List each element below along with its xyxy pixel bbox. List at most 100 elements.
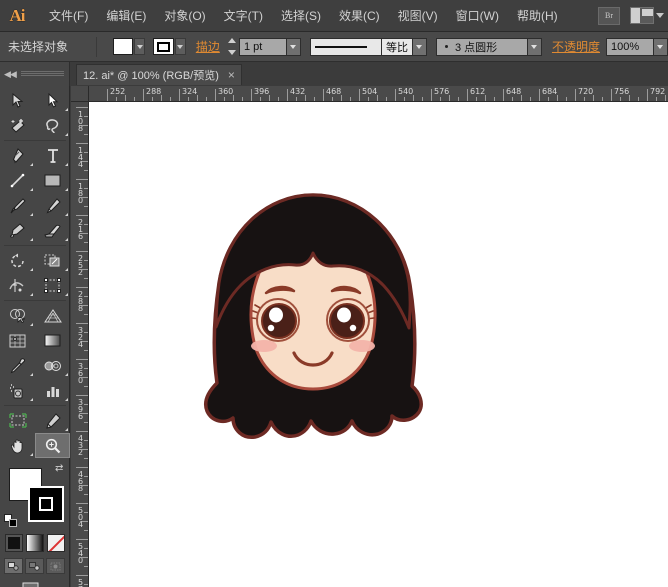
tool-more-icon[interactable]: [30, 188, 33, 191]
stroke-panel-link[interactable]: 描边: [196, 38, 220, 55]
symbol-sprayer-tool[interactable]: [0, 378, 35, 403]
tool-more-icon[interactable]: [30, 238, 33, 241]
toolbox-collapse-button[interactable]: ◀◀: [0, 62, 70, 86]
stroke-dropdown-icon[interactable]: [175, 38, 186, 55]
color-mode-solid[interactable]: [5, 534, 23, 552]
chevron-down-icon[interactable]: [656, 13, 664, 18]
rotate-tool[interactable]: [0, 248, 35, 273]
zoom-tool[interactable]: [35, 433, 70, 458]
tool-more-icon[interactable]: [65, 293, 68, 296]
opacity-combo[interactable]: 100%: [606, 38, 668, 56]
mesh-tool[interactable]: [0, 328, 35, 353]
blob-brush-tool[interactable]: [0, 218, 35, 243]
tool-more-icon[interactable]: [30, 163, 33, 166]
opacity-value[interactable]: 100%: [606, 38, 654, 56]
slice-tool[interactable]: [35, 408, 70, 433]
ruler-corner[interactable]: [71, 86, 89, 102]
stroke-weight-dropdown-icon[interactable]: [287, 38, 301, 56]
tool-more-icon[interactable]: [30, 373, 33, 376]
menu-select[interactable]: 选择(S): [272, 4, 330, 27]
opacity-dropdown-icon[interactable]: [654, 38, 668, 56]
eyedropper-tool[interactable]: [0, 353, 35, 378]
free-transform-tool[interactable]: [35, 273, 70, 298]
direct-selection-tool[interactable]: [35, 88, 70, 113]
opacity-panel-link[interactable]: 不透明度: [552, 38, 600, 55]
fill-color-swatch[interactable]: [113, 38, 133, 55]
artboard-tool[interactable]: [0, 408, 35, 433]
selection-tool[interactable]: [0, 88, 35, 113]
brush-definition-dropdown-icon[interactable]: [528, 38, 542, 56]
tool-more-icon[interactable]: [30, 323, 33, 326]
width-tool[interactable]: [0, 273, 35, 298]
tool-more-icon[interactable]: [30, 268, 33, 271]
color-mode-gradient[interactable]: [26, 534, 44, 552]
stroke-profile-combo[interactable]: 等比: [310, 38, 427, 56]
menu-file[interactable]: 文件(F): [40, 4, 97, 27]
toolbox-drag-handle[interactable]: [21, 71, 64, 77]
fill-dropdown-icon[interactable]: [134, 38, 145, 55]
magic-wand-tool[interactable]: [0, 113, 35, 138]
scale-tool[interactable]: [35, 248, 70, 273]
document-tab[interactable]: 12. ai* @ 100% (RGB/预览) ×: [76, 64, 242, 85]
menu-object[interactable]: 对象(O): [155, 4, 214, 27]
tool-more-icon[interactable]: [65, 108, 68, 111]
cartoon-girl-face[interactable]: [163, 187, 463, 472]
stroke-profile-value[interactable]: 等比: [382, 38, 413, 56]
screen-mode-button[interactable]: [22, 582, 48, 587]
tool-more-icon[interactable]: [65, 398, 68, 401]
toolbox-stroke-swatch[interactable]: [28, 486, 64, 522]
color-mode-none[interactable]: [47, 534, 65, 552]
vertical-ruler[interactable]: 1081441802162522883243603964324685045405…: [71, 102, 89, 587]
close-icon[interactable]: ×: [228, 68, 235, 82]
perspective-grid-tool[interactable]: [35, 303, 70, 328]
menu-window[interactable]: 窗口(W): [447, 4, 508, 27]
horizontal-ruler[interactable]: 2522883243603964324685045405766126486847…: [89, 86, 668, 102]
column-graph-tool[interactable]: [35, 378, 70, 403]
stroke-profile-preview[interactable]: [310, 38, 382, 56]
blend-tool[interactable]: [35, 353, 70, 378]
stroke-weight-combo[interactable]: 1 pt: [239, 38, 301, 56]
menu-edit[interactable]: 编辑(E): [97, 4, 155, 27]
default-fill-stroke-icon[interactable]: [4, 514, 18, 528]
menu-type[interactable]: 文字(T): [215, 4, 272, 27]
draw-inside[interactable]: [46, 558, 65, 574]
tool-more-icon[interactable]: [65, 428, 68, 431]
brush-definition-value[interactable]: 3 点圆形: [436, 38, 528, 56]
brush-definition-combo[interactable]: 3 点圆形: [436, 38, 542, 56]
swap-fill-stroke-icon[interactable]: ⇄: [55, 464, 67, 476]
stroke-weight-stepper[interactable]: [228, 38, 237, 55]
menu-effect[interactable]: 效果(C): [330, 4, 389, 27]
bridge-icon[interactable]: Br: [598, 7, 620, 25]
paintbrush-tool[interactable]: [0, 193, 35, 218]
tool-more-icon[interactable]: [65, 238, 68, 241]
tool-more-icon[interactable]: [65, 133, 68, 136]
shape-builder-tool[interactable]: [0, 303, 35, 328]
canvas-artboard[interactable]: [89, 102, 668, 587]
line-segment-tool[interactable]: [0, 168, 35, 193]
tool-more-icon[interactable]: [30, 453, 33, 456]
tool-more-icon[interactable]: [65, 163, 68, 166]
tool-more-icon[interactable]: [30, 293, 33, 296]
stroke-weight-value[interactable]: 1 pt: [239, 38, 287, 56]
tool-more-icon[interactable]: [65, 268, 68, 271]
pen-tool[interactable]: [0, 143, 35, 168]
rectangle-tool[interactable]: [35, 168, 70, 193]
draw-behind[interactable]: [25, 558, 44, 574]
pencil-tool[interactable]: [35, 193, 70, 218]
stroke-profile-dropdown-icon[interactable]: [413, 38, 427, 56]
stroke-color-swatch[interactable]: [153, 38, 173, 55]
eraser-tool[interactable]: [35, 218, 70, 243]
workspace-switcher-icon[interactable]: [630, 7, 654, 24]
tool-more-icon[interactable]: [30, 398, 33, 401]
tool-more-icon[interactable]: [65, 213, 68, 216]
menu-help[interactable]: 帮助(H): [508, 4, 567, 27]
gradient-tool[interactable]: [35, 328, 70, 353]
double-chevron-left-icon[interactable]: ◀◀: [4, 69, 16, 80]
hand-tool[interactable]: [0, 433, 35, 458]
tool-more-icon[interactable]: [65, 373, 68, 376]
draw-normal[interactable]: [4, 558, 23, 574]
lasso-tool[interactable]: [35, 113, 70, 138]
type-tool[interactable]: [35, 143, 70, 168]
tool-more-icon[interactable]: [30, 213, 33, 216]
menu-view[interactable]: 视图(V): [389, 4, 447, 27]
